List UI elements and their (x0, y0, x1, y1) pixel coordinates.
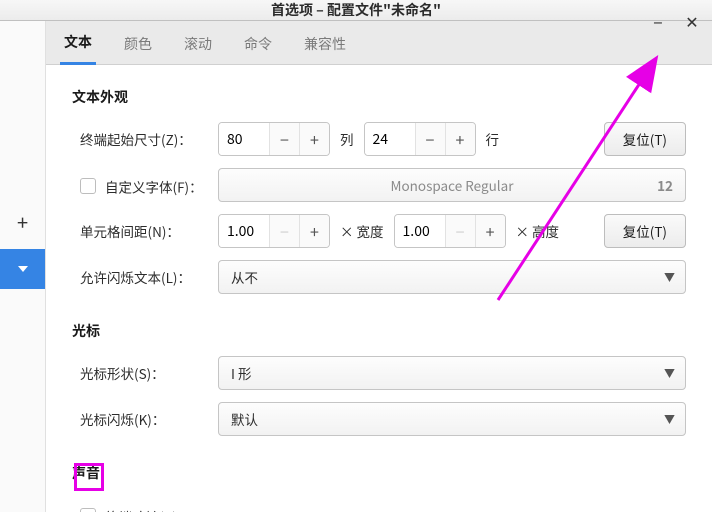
cursor-shape-value: I 形 (231, 363, 251, 383)
label-cursor-blink: 光标闪烁(K)： (72, 409, 218, 429)
blink-text-combo[interactable]: 从不 ▼ (218, 260, 686, 294)
rows-decrement[interactable]: − (415, 123, 445, 155)
cols-unit: 列 (340, 129, 354, 149)
tab-scroll[interactable]: 滚动 (180, 22, 216, 64)
width-input[interactable] (219, 215, 269, 247)
cols-increment[interactable]: + (299, 123, 329, 155)
cols-decrement[interactable]: − (269, 123, 299, 155)
row-terminal-bell: 终端响铃(B) (72, 497, 686, 512)
chevron-down-icon: ▼ (664, 269, 675, 285)
tab-command[interactable]: 命令 (240, 22, 276, 64)
custom-font-controls: Monospace Regular 12 (218, 168, 686, 202)
initial-size-controls: − + 列 − + 行 复位(T) (218, 122, 686, 156)
width-increment[interactable]: + (299, 215, 329, 247)
rows-input[interactable] (365, 123, 415, 155)
font-name: Monospace Regular (391, 175, 514, 195)
width-stepper[interactable]: − + (218, 214, 330, 248)
blink-text-controls: 从不 ▼ (218, 260, 686, 294)
main-panel: 文本 颜色 滚动 命令 兼容性 文本外观 终端起始尺寸(Z)： − + (46, 21, 712, 512)
cols-stepper[interactable]: − + (218, 122, 330, 156)
titlebar: 首选项 – 配置文件"未命名" – ✕ (0, 0, 712, 21)
bell-check-wrap: 终端响铃(B) (72, 504, 177, 512)
cursor-blink-combo[interactable]: 默认 ▼ (218, 402, 686, 436)
height-decrement[interactable]: − (445, 215, 475, 247)
minimize-button[interactable]: – (640, 0, 676, 42)
font-chooser-button[interactable]: Monospace Regular 12 (218, 168, 686, 202)
row-cell-spacing: 单元格间距(N)： − + × 宽度 − + × 高度 (72, 213, 686, 249)
terminal-bell-label: 终端响铃(B) (105, 506, 177, 512)
add-profile-button[interactable]: + (0, 201, 45, 241)
blink-text-value: 从不 (231, 267, 258, 287)
cursor-shape-combo[interactable]: I 形 ▼ (218, 356, 686, 390)
label-initial-size: 终端起始尺寸(Z)： (72, 129, 218, 149)
row-cursor-blink: 光标闪烁(K)： 默认 ▼ (72, 401, 686, 437)
height-unit: × 高度 (516, 221, 560, 241)
section-sound-title: 声音 (72, 463, 686, 483)
tab-text[interactable]: 文本 (60, 20, 96, 65)
label-cursor-shape: 光标形状(S)： (72, 363, 218, 383)
custom-font-check-wrap: 自定义字体(F)： (72, 174, 218, 196)
rows-increment[interactable]: + (445, 123, 475, 155)
rows-unit: 行 (486, 129, 500, 149)
tab-compat[interactable]: 兼容性 (300, 22, 350, 64)
row-cursor-shape: 光标形状(S)： I 形 ▼ (72, 355, 686, 391)
chevron-down-icon: ▼ (664, 411, 675, 427)
close-button[interactable]: ✕ (674, 0, 710, 42)
height-input[interactable] (395, 215, 445, 247)
tab-content: 文本外观 终端起始尺寸(Z)： − + 列 − + (46, 65, 712, 512)
row-blink-text: 允许闪烁文本(L)： 从不 ▼ (72, 259, 686, 295)
tab-colors[interactable]: 颜色 (120, 22, 156, 64)
tab-bar: 文本 颜色 滚动 命令 兼容性 (46, 21, 712, 65)
custom-font-label: 自定义字体(F)： (105, 176, 203, 196)
cursor-shape-controls: I 形 ▼ (218, 356, 686, 390)
cell-spacing-controls: − + × 宽度 − + × 高度 复位(T) (218, 214, 686, 248)
label-cell-spacing: 单元格间距(N)： (72, 221, 218, 241)
cursor-blink-controls: 默认 ▼ (218, 402, 686, 436)
cursor-blink-value: 默认 (231, 409, 258, 429)
section-cursor-title: 光标 (72, 321, 686, 341)
sidebar: + (0, 21, 46, 512)
width-decrement[interactable]: − (269, 215, 299, 247)
section-appearance-title: 文本外观 (72, 87, 686, 107)
font-size: 12 (657, 175, 673, 195)
height-stepper[interactable]: − + (394, 214, 506, 248)
size-reset-button[interactable]: 复位(T) (604, 122, 686, 156)
terminal-bell-checkbox[interactable] (80, 508, 96, 512)
label-blink-text: 允许闪烁文本(L)： (72, 267, 218, 287)
custom-font-checkbox[interactable] (80, 178, 96, 194)
cols-input[interactable] (219, 123, 269, 155)
window-title: 首选项 – 配置文件"未命名" (271, 0, 441, 20)
chevron-down-icon: ▼ (664, 365, 675, 381)
window-body: + 文本 颜色 滚动 命令 兼容性 文本外观 终端起始尺寸(Z)： (0, 21, 712, 512)
profile-menu-button[interactable] (0, 249, 45, 289)
preferences-window: 首选项 – 配置文件"未命名" – ✕ + 文本 颜色 滚动 命令 兼容性 文本… (0, 0, 712, 512)
spacing-reset-button[interactable]: 复位(T) (604, 214, 686, 248)
height-increment[interactable]: + (475, 215, 505, 247)
row-custom-font: 自定义字体(F)： Monospace Regular 12 (72, 167, 686, 203)
rows-stepper[interactable]: − + (364, 122, 476, 156)
width-unit: × 宽度 (340, 221, 384, 241)
row-initial-size: 终端起始尺寸(Z)： − + 列 − + 行 (72, 121, 686, 157)
